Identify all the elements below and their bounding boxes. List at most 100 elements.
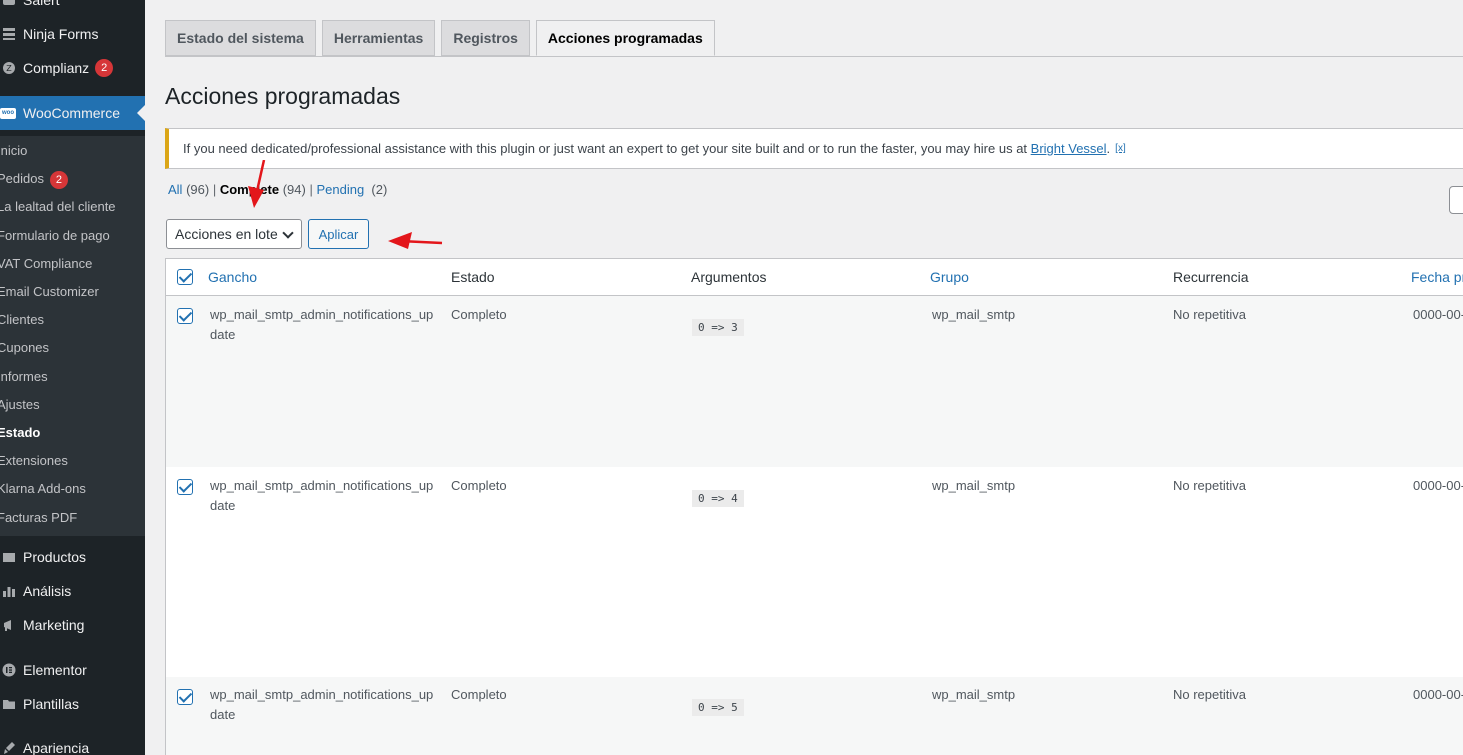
menu-label: Marketing bbox=[23, 617, 85, 633]
select-all-checkbox[interactable] bbox=[177, 269, 193, 285]
analytics-icon bbox=[2, 584, 16, 598]
svg-text:Z: Z bbox=[6, 64, 12, 73]
menu-label: Plantillas bbox=[23, 696, 80, 712]
menu-label: Salert bbox=[23, 0, 60, 8]
column-gancho[interactable]: Gancho bbox=[208, 259, 257, 296]
scheduled-actions-table: Gancho Estado Argumentos Grupo Recurrenc… bbox=[165, 258, 1463, 755]
row-hook[interactable]: wp_mail_smtp_admin_notifications_up date bbox=[210, 685, 435, 725]
apply-button[interactable]: Aplicar bbox=[308, 219, 369, 249]
folder-icon bbox=[2, 697, 16, 711]
search-input[interactable] bbox=[1449, 186, 1463, 214]
submenu-item-inicio[interactable]: Inicio bbox=[0, 141, 27, 161]
submenu-item-klarna[interactable]: Klarna Add-ons bbox=[0, 479, 86, 499]
chevron-down-icon bbox=[282, 227, 294, 239]
submenu-item-facturas-pdf[interactable]: Facturas PDF bbox=[0, 508, 77, 528]
row-status: Completo bbox=[451, 478, 507, 493]
menu-item-analisis[interactable]: Análisis bbox=[0, 574, 145, 608]
filter-complete-count: (94) bbox=[282, 182, 306, 197]
filter-all-count: (96) bbox=[186, 182, 210, 197]
row-date: 0000-00- bbox=[1413, 478, 1463, 493]
menu-item-elementor[interactable]: Elementor bbox=[0, 653, 145, 687]
row-arguments: 0 => 3 bbox=[692, 319, 744, 336]
menu-item-salert[interactable]: Salert bbox=[0, 0, 145, 17]
woo-icon: woo bbox=[0, 107, 16, 119]
column-argumentos: Argumentos bbox=[691, 269, 767, 285]
column-recurrencia: Recurrencia bbox=[1173, 269, 1249, 285]
filter-pending-count: (2) bbox=[371, 182, 388, 197]
bulk-actions-select[interactable]: Acciones en lote bbox=[166, 219, 302, 249]
submenu-item-cupones[interactable]: Cupones bbox=[0, 338, 49, 358]
menu-item-ninja-forms[interactable]: Ninja Forms bbox=[0, 17, 145, 51]
bright-vessel-link[interactable]: Bright Vessel bbox=[1031, 141, 1107, 156]
menu-label: WooCommerce bbox=[23, 105, 120, 121]
row-group: wp_mail_smtp bbox=[932, 478, 1016, 493]
brush-icon bbox=[2, 741, 16, 755]
page-title: Acciones programadas bbox=[165, 83, 401, 109]
table-row: wp_mail_smtp_admin_notifications_up date … bbox=[166, 296, 1463, 467]
menu-item-complianz[interactable]: Z Complianz 2 bbox=[0, 51, 145, 85]
row-checkbox[interactable] bbox=[177, 479, 193, 495]
submenu-item-estado[interactable]: Estado bbox=[0, 423, 40, 443]
menu-item-productos[interactable]: Productos bbox=[0, 540, 145, 574]
row-date: 0000-00- bbox=[1413, 687, 1463, 702]
menu-item-woocommerce[interactable]: woo WooCommerce bbox=[0, 96, 145, 130]
tab-registros[interactable]: Registros bbox=[441, 20, 530, 56]
table-row: wp_mail_smtp_admin_notifications_up date … bbox=[166, 467, 1463, 677]
filter-separator: | bbox=[309, 182, 313, 197]
menu-label: Ninja Forms bbox=[23, 26, 99, 42]
row-recurrence: No repetitiva bbox=[1173, 687, 1246, 702]
admin-sidebar: Salert Ninja Forms Z Complianz 2 woo Woo… bbox=[0, 0, 145, 755]
dismiss-notice-link[interactable]: [x] bbox=[1115, 143, 1126, 154]
forms-icon bbox=[2, 27, 16, 41]
table-row: wp_mail_smtp_admin_notifications_up date … bbox=[166, 677, 1463, 755]
row-checkbox[interactable] bbox=[177, 308, 193, 324]
notification-badge: 2 bbox=[49, 171, 68, 189]
nav-tabs: Estado del sistema Herramientas Registro… bbox=[165, 20, 721, 56]
submenu-item-vat[interactable]: VAT Compliance bbox=[0, 254, 92, 274]
menu-label: Elementor bbox=[23, 662, 87, 678]
column-estado: Estado bbox=[451, 269, 495, 285]
main-content: Estado del sistema Herramientas Registro… bbox=[145, 0, 1463, 755]
menu-item-apariencia[interactable]: Apariencia bbox=[0, 731, 145, 755]
row-arguments: 0 => 5 bbox=[692, 699, 744, 716]
submenu-item-informes[interactable]: Informes bbox=[0, 367, 48, 387]
row-recurrence: No repetitiva bbox=[1173, 478, 1246, 493]
menu-label: Análisis bbox=[23, 583, 72, 599]
submenu-item-pedidos[interactable]: Pedidos 2 bbox=[0, 169, 68, 189]
complianz-icon: Z bbox=[2, 61, 16, 75]
submenu-item-clientes[interactable]: Clientes bbox=[0, 310, 44, 330]
annotation-arrow-down-icon bbox=[248, 160, 266, 208]
column-fecha[interactable]: Fecha pr bbox=[1411, 259, 1463, 296]
submenu-item-extensiones[interactable]: Extensiones bbox=[0, 451, 68, 471]
tab-herramientas[interactable]: Herramientas bbox=[321, 20, 436, 56]
filter-pending-link[interactable]: Pending bbox=[316, 182, 364, 197]
status-filter-links: All (96) | Complete (94) | Pending (2) bbox=[168, 182, 387, 197]
row-hook[interactable]: wp_mail_smtp_admin_notifications_up date bbox=[210, 305, 435, 345]
menu-label: Complianz bbox=[23, 60, 90, 76]
column-grupo[interactable]: Grupo bbox=[930, 259, 969, 296]
bulk-actions-value: Acciones en lote bbox=[175, 226, 278, 242]
tab-acciones-programadas[interactable]: Acciones programadas bbox=[535, 20, 715, 56]
row-date: 0000-00- bbox=[1413, 307, 1463, 322]
submenu-item-email-customizer[interactable]: Email Customizer bbox=[0, 282, 99, 302]
woocommerce-submenu bbox=[0, 136, 145, 536]
table-header: Gancho Estado Argumentos Grupo Recurrenc… bbox=[166, 259, 1463, 296]
notification-badge: 2 bbox=[95, 59, 114, 77]
annotation-arrow-left-icon bbox=[388, 232, 443, 249]
submenu-item-lealtad[interactable]: La lealtad del cliente bbox=[0, 197, 116, 217]
menu-label: Apariencia bbox=[23, 740, 90, 755]
row-hook[interactable]: wp_mail_smtp_admin_notifications_up date bbox=[210, 476, 435, 516]
row-checkbox[interactable] bbox=[177, 689, 193, 705]
submenu-item-ajustes[interactable]: Ajustes bbox=[0, 395, 40, 415]
tab-divider bbox=[165, 56, 1463, 57]
row-status: Completo bbox=[451, 307, 507, 322]
tab-estado-sistema[interactable]: Estado del sistema bbox=[165, 20, 316, 56]
row-recurrence: No repetitiva bbox=[1173, 307, 1246, 322]
elementor-icon bbox=[2, 663, 16, 677]
menu-label: Productos bbox=[23, 549, 87, 565]
submenu-item-formulario-pago[interactable]: Formulario de pago bbox=[0, 226, 110, 246]
row-arguments: 0 => 4 bbox=[692, 490, 744, 507]
menu-item-plantillas[interactable]: Plantillas bbox=[0, 687, 145, 721]
menu-item-marketing[interactable]: Marketing bbox=[0, 608, 145, 642]
filter-all-link[interactable]: All bbox=[168, 182, 182, 197]
